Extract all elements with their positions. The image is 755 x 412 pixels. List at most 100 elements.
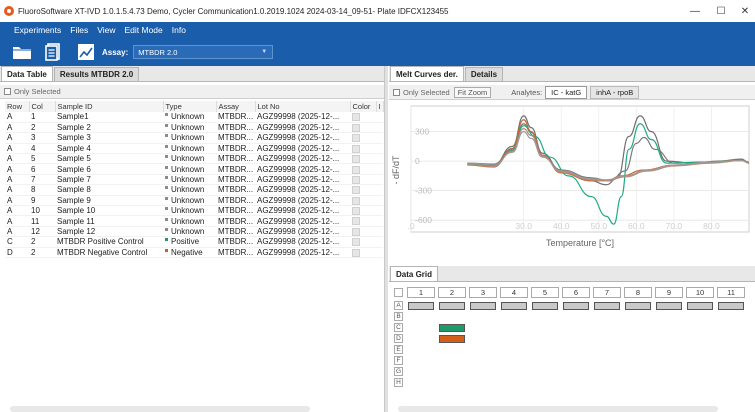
- column-header-extra[interactable]: I: [376, 101, 384, 112]
- plate-well[interactable]: [501, 302, 527, 310]
- grid-row-header[interactable]: A: [394, 301, 403, 310]
- cell-color[interactable]: [350, 184, 376, 196]
- grid-corner[interactable]: [394, 288, 403, 297]
- plate-well[interactable]: [439, 324, 465, 332]
- table-row[interactable]: A 9 Sample 9 Unknown MTBDR... AGZ99998 (2025-…: [5, 195, 383, 207]
- plate-well[interactable]: [439, 335, 465, 343]
- close-button[interactable]: ✕: [730, 0, 755, 22]
- grid-column-header[interactable]: 7: [593, 287, 621, 298]
- color-swatch[interactable]: [352, 227, 360, 236]
- cell-color[interactable]: [350, 215, 376, 227]
- grid-column-header[interactable]: 5: [531, 287, 559, 298]
- grid-row-header[interactable]: H: [394, 378, 403, 387]
- table-row[interactable]: A 5 Sample 5 Unknown MTBDR... AGZ99998 (2025-…: [5, 153, 383, 165]
- cell-color[interactable]: [350, 112, 376, 123]
- plate-well[interactable]: [656, 302, 682, 310]
- table-row[interactable]: A 10 Sample 10 Unknown MTBDR... AGZ99998 (202…: [5, 205, 383, 217]
- grid-row-header[interactable]: G: [394, 367, 403, 376]
- color-swatch[interactable]: [352, 196, 360, 205]
- cell-color[interactable]: [350, 247, 376, 258]
- color-swatch[interactable]: [352, 113, 360, 122]
- color-swatch[interactable]: [352, 207, 360, 215]
- chart-only-selected-checkbox[interactable]: [393, 88, 400, 96]
- table-row[interactable]: C 2 MTBDR Positive Control Positive MTBDR...…: [5, 236, 383, 248]
- only-selected-checkbox[interactable]: [4, 88, 11, 95]
- color-swatch[interactable]: [352, 217, 360, 226]
- menu-experiments[interactable]: Experiments: [14, 25, 61, 35]
- table-row[interactable]: A 3 Sample 3 Unknown MTBDR... AGZ99998 (2025-…: [5, 132, 383, 144]
- menu-info[interactable]: Info: [172, 25, 186, 35]
- table-row[interactable]: D 2 MTBDR Negative Control Negative MTBDR...…: [5, 247, 383, 258]
- cell-color[interactable]: [350, 205, 376, 217]
- grid-column-header[interactable]: 9: [655, 287, 683, 298]
- table-row[interactable]: A 1 Sample1 Unknown MTBDR... AGZ99998 (2025-1…: [5, 112, 383, 123]
- column-header-col[interactable]: Col: [29, 101, 56, 112]
- plate-well[interactable]: [594, 302, 620, 310]
- plate-well[interactable]: [408, 302, 434, 310]
- table-row[interactable]: A 7 Sample 7 Unknown MTBDR... AGZ99998 (2025-…: [5, 174, 383, 186]
- chart-horizontal-scrollbar[interactable]: [398, 406, 718, 412]
- analyte-tab-ic-katg[interactable]: IC - katG: [545, 85, 588, 99]
- plate-well[interactable]: [718, 302, 744, 310]
- column-header-sample-id[interactable]: Sample ID: [55, 101, 164, 112]
- grid-column-header[interactable]: 1: [407, 287, 435, 298]
- color-swatch[interactable]: [352, 238, 360, 247]
- grid-column-header[interactable]: 11: [717, 287, 745, 298]
- cell-color[interactable]: [350, 153, 376, 165]
- cell-color[interactable]: [350, 143, 376, 155]
- color-swatch[interactable]: [352, 248, 360, 257]
- table-row[interactable]: A 2 Sample 2 Unknown MTBDR... AGZ99998 (2025-…: [5, 122, 383, 134]
- menu-view[interactable]: View: [97, 25, 115, 35]
- color-swatch[interactable]: [352, 186, 360, 195]
- cell-color[interactable]: [350, 132, 376, 144]
- grid-column-header[interactable]: 4: [500, 287, 528, 298]
- grid-column-header[interactable]: 2: [438, 287, 466, 298]
- assay-select[interactable]: MTBDR 2.0 ▼: [133, 45, 274, 59]
- color-swatch[interactable]: [352, 123, 360, 132]
- chart-icon[interactable]: [76, 42, 96, 62]
- tab-data-table[interactable]: Data Table: [1, 66, 53, 81]
- column-header-assay[interactable]: Assay: [216, 101, 256, 112]
- cell-color[interactable]: [350, 226, 376, 238]
- grid-column-header[interactable]: 10: [686, 287, 714, 298]
- tab-results[interactable]: Results MTBDR 2.0: [53, 67, 140, 81]
- plate-well[interactable]: [687, 302, 713, 310]
- analyte-tab-inha-rpob[interactable]: inhA - rpoB: [590, 85, 640, 99]
- color-swatch[interactable]: [352, 165, 360, 174]
- grid-row-header[interactable]: B: [394, 312, 403, 321]
- table-row[interactable]: A 4 Sample 4 Unknown MTBDR... AGZ99998 (2025-…: [5, 143, 383, 155]
- panel-splitter[interactable]: [384, 66, 388, 412]
- report-icon[interactable]: [44, 42, 64, 62]
- tab-melt-curves[interactable]: Melt Curves der.: [390, 66, 464, 81]
- grid-column-header[interactable]: 3: [469, 287, 497, 298]
- plate-well[interactable]: [439, 302, 465, 310]
- grid-row-header[interactable]: E: [394, 345, 403, 354]
- plate-well[interactable]: [625, 302, 651, 310]
- tab-data-grid[interactable]: Data Grid: [390, 266, 439, 281]
- table-horizontal-scrollbar[interactable]: [10, 406, 310, 412]
- menu-edit-mode[interactable]: Edit Mode: [124, 25, 162, 35]
- column-header-lot-no[interactable]: Lot No: [255, 101, 351, 112]
- grid-column-header[interactable]: 6: [562, 287, 590, 298]
- column-header-type[interactable]: Type: [163, 101, 217, 112]
- color-swatch[interactable]: [352, 175, 360, 184]
- color-swatch[interactable]: [352, 134, 360, 143]
- plate-well[interactable]: [532, 302, 558, 310]
- plate-well[interactable]: [470, 302, 496, 310]
- cell-color[interactable]: [350, 174, 376, 186]
- tab-details[interactable]: Details: [464, 67, 504, 81]
- cell-color[interactable]: [350, 122, 376, 134]
- fit-zoom-button[interactable]: Fit Zoom: [453, 86, 492, 98]
- column-header-color[interactable]: Color: [350, 101, 377, 112]
- melt-curve-chart[interactable]: 300 0 -300 -600.0 30.0 40.0 50.0 60.0 70.0 80.0 T…: [389, 100, 755, 258]
- cell-color[interactable]: [350, 163, 376, 175]
- table-row[interactable]: A 12 Sample 12 Unknown MTBDR... AGZ99998 (202…: [5, 226, 383, 238]
- cell-color[interactable]: [350, 195, 376, 207]
- plate-well[interactable]: [563, 302, 589, 310]
- grid-row-header[interactable]: C: [394, 323, 403, 332]
- table-row[interactable]: A 11 Sample 11 Unknown MTBDR... AGZ99998 (202…: [5, 215, 383, 227]
- color-swatch[interactable]: [352, 144, 360, 153]
- grid-row-header[interactable]: D: [394, 334, 403, 343]
- open-folder-icon[interactable]: [12, 42, 32, 62]
- table-row[interactable]: A 6 Sample 6 Unknown MTBDR... AGZ99998 (2025-…: [5, 163, 383, 175]
